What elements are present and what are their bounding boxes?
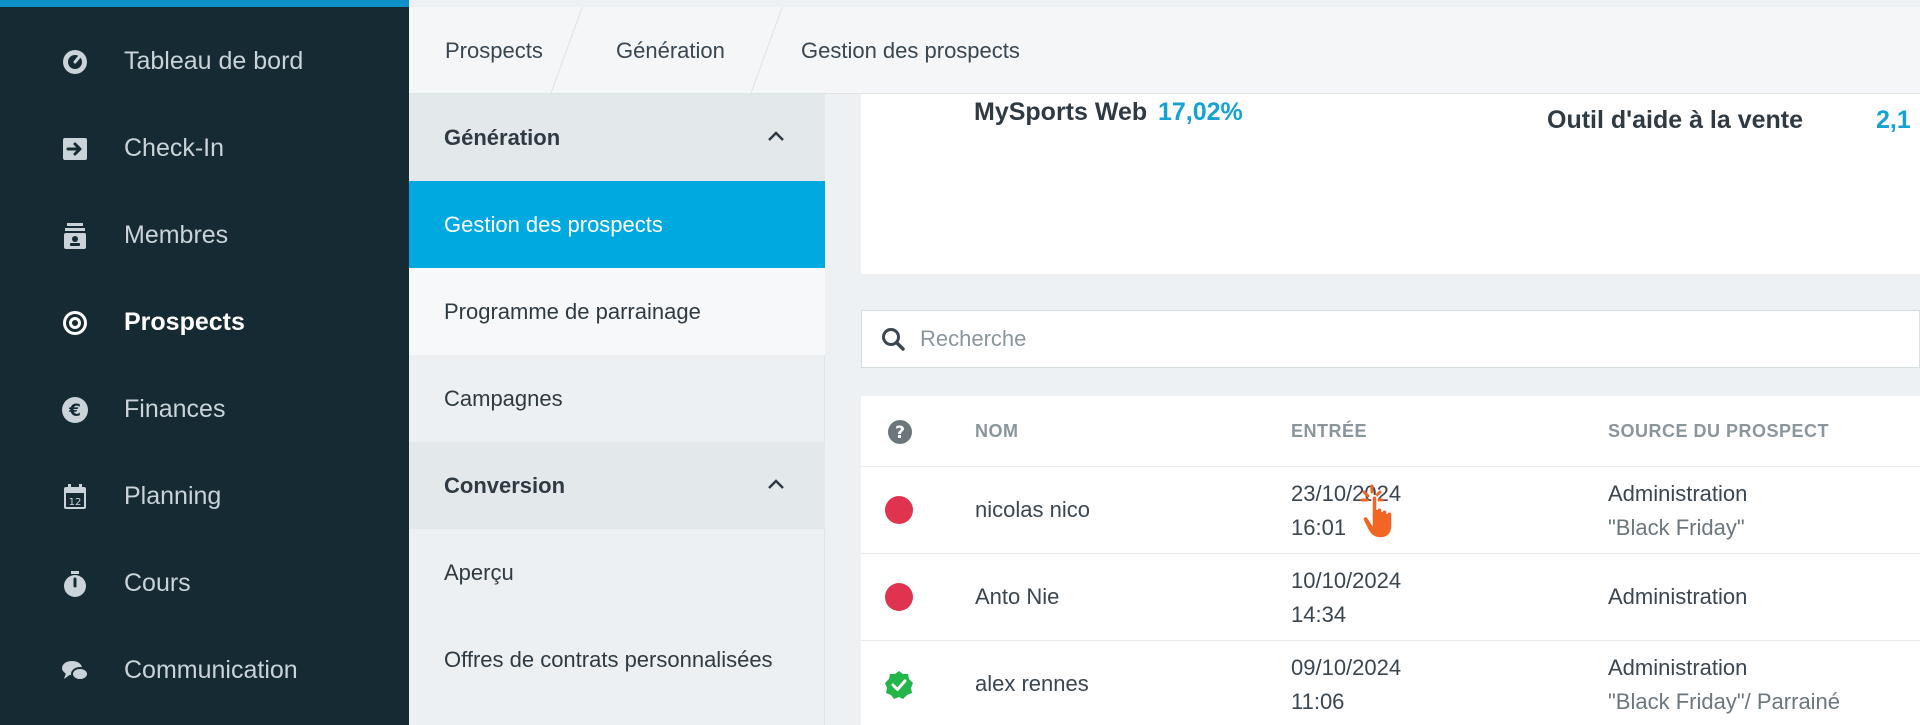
chevron-up-icon [768, 479, 784, 489]
source-detail: "Black Friday"/ Parrainé [1608, 689, 1841, 714]
stats-card: MySports Web 17,02% Outil d'aide à la ve… [861, 94, 1920, 274]
source: Administration [1608, 655, 1748, 680]
sidebar-item-prospects[interactable]: Prospects [0, 279, 409, 366]
sidebar-item-label: Cours [124, 569, 191, 597]
verified-check-icon [885, 671, 913, 699]
calendar-icon: 12 [60, 482, 90, 512]
prospect-name: Anto Nie [975, 584, 1060, 609]
entry-time: 14:34 [1291, 602, 1347, 627]
main-content: MySports Web 17,02% Outil d'aide à la ve… [825, 94, 1920, 725]
breadcrumb-item-prospects[interactable]: Prospects [445, 7, 543, 94]
svg-text:€: € [68, 401, 81, 421]
prospect-name: nicolas nico [975, 497, 1090, 522]
submenu-section-label: Génération [444, 124, 561, 150]
column-header-name[interactable]: NOM [975, 396, 1019, 466]
sidebar-item-label: Communication [124, 656, 298, 684]
sidebar-item-dashboard[interactable]: Tableau de bord [0, 18, 409, 105]
sidebar-item-label: Check-In [124, 134, 225, 162]
stopwatch-icon [60, 569, 90, 599]
submenu-section-label: Conversion [444, 472, 566, 498]
sidebar-item-courses[interactable]: Cours [0, 540, 409, 627]
search-icon [882, 328, 905, 351]
entry-date: 09/10/2024 [1291, 655, 1402, 680]
chat-icon [60, 656, 90, 686]
stat-label: MySports Web [974, 98, 1148, 126]
submenu-item-custom-contract-offers[interactable]: Offres de contrats personnalisées [409, 616, 825, 703]
dashboard-icon [60, 47, 90, 77]
submenu-item-label: Gestion des prospects [444, 211, 663, 237]
column-header-source[interactable]: SOURCE DU PROSPECT [1608, 396, 1829, 466]
prospect-name: alex rennes [975, 671, 1089, 696]
submenu-item-overview[interactable]: Aperçu [409, 529, 825, 616]
table-row[interactable]: alex rennes 09/10/2024 11:06 Administrat… [861, 640, 1920, 725]
stat-label: Outil d'aide à la vente [1547, 106, 1804, 134]
sidebar-item-label: Tableau de bord [124, 47, 304, 75]
breadcrumb-separator [750, 7, 783, 94]
breadcrumb-separator [550, 7, 583, 94]
submenu-item-prospect-management[interactable]: Gestion des prospects [409, 181, 825, 268]
sidebar-item-finances[interactable]: € Finances [0, 366, 409, 453]
submenu-section-conversion[interactable]: Conversion [409, 442, 825, 529]
chevron-up-icon [768, 131, 784, 141]
sidebar-item-label: Prospects [124, 308, 245, 336]
submenu-item-campaigns[interactable]: Campagnes [409, 355, 825, 442]
submenu-item-label: Campagnes [444, 385, 563, 411]
submenu-item-label: Programme de parrainage [444, 298, 701, 324]
table-row[interactable]: Anto Nie 10/10/2024 14:34 Administration [861, 553, 1920, 640]
members-icon [60, 221, 90, 251]
column-header-entry[interactable]: ENTRÉE [1291, 396, 1367, 466]
status-dot-red [885, 583, 913, 611]
help-icon[interactable]: ? [887, 419, 913, 445]
secondary-menu: Génération Gestion des prospects Program… [409, 94, 825, 725]
hand-pointer-cursor-icon [1360, 484, 1393, 539]
breadcrumb-item-generation[interactable]: Génération [616, 7, 725, 94]
sidebar-item-label: Finances [124, 395, 226, 423]
entry-date: 10/10/2024 [1291, 568, 1402, 593]
prospects-table: ? NOM ENTRÉE SOURCE DU PROSPECT nicolas … [861, 396, 1920, 725]
stat-value: 17,02% [1158, 98, 1243, 126]
submenu-item-label: Offres de contrats personnalisées [444, 646, 773, 672]
submenu-item-label: Aperçu [444, 559, 514, 585]
search-bar[interactable] [861, 310, 1920, 368]
check-in-icon [60, 134, 90, 164]
sidebar-item-label: Planning [124, 482, 222, 510]
sidebar-item-members[interactable]: Membres [0, 192, 409, 279]
source: Administration [1608, 481, 1748, 506]
search-input[interactable] [920, 326, 1820, 352]
sidebar-item-check-in[interactable]: Check-In [0, 105, 409, 192]
sidebar-item-planning[interactable]: 12 Planning [0, 453, 409, 540]
sidebar-item-communication[interactable]: Communication [0, 627, 409, 714]
svg-text:12: 12 [69, 497, 82, 508]
submenu-item-referral-program[interactable]: Programme de parrainage [409, 268, 825, 355]
breadcrumb: Prospects Génération Gestion des prospec… [409, 7, 1920, 94]
prospects-icon [60, 308, 90, 338]
euro-icon: € [60, 395, 90, 425]
source: Administration [1608, 584, 1748, 609]
entry-time: 11:06 [1291, 689, 1345, 714]
svg-text:?: ? [895, 423, 905, 443]
entry-time: 16:01 [1291, 515, 1347, 540]
source-detail: "Black Friday" [1608, 515, 1745, 540]
stat-value: 2,1 [1876, 106, 1911, 134]
sidebar-item-label: Membres [124, 221, 229, 249]
breadcrumb-item-current: Gestion des prospects [801, 37, 1020, 63]
submenu-section-generation[interactable]: Génération [409, 94, 825, 181]
status-dot-red [885, 496, 913, 524]
main-sidebar: Tableau de bord Check-In Membres Prospec… [0, 0, 409, 725]
